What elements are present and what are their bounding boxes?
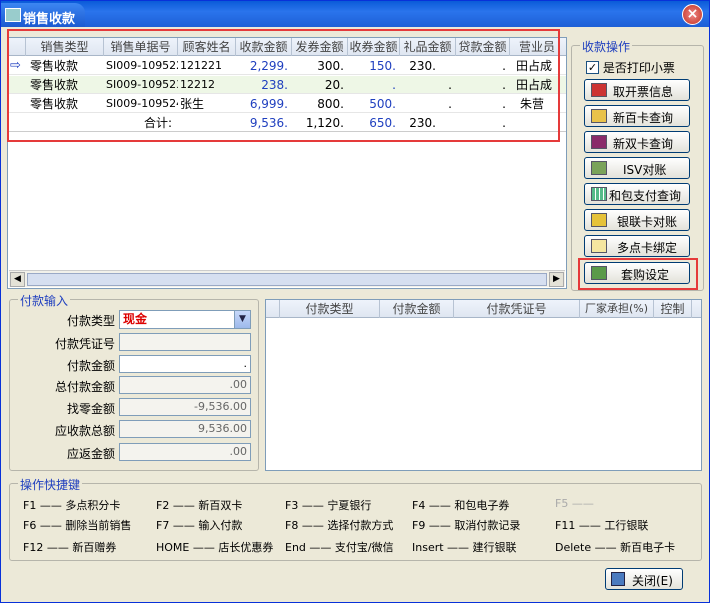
- shortcut-f5: F5 ——: [555, 497, 594, 510]
- button-label: 新双卡查询: [613, 137, 674, 151]
- row-indicator-header: [266, 300, 280, 318]
- receivable-field: 9,536.00: [119, 420, 251, 438]
- shortcut-delete: Delete —— 新百电子卡: [555, 541, 676, 554]
- title-tab: 销售收款: [1, 3, 85, 27]
- shortcut-insert: Insert —— 建行银联: [412, 541, 517, 554]
- refund-field: .00: [119, 443, 251, 461]
- invoice-icon: [591, 83, 607, 97]
- payment-grid-header: 付款类型 付款金额 付款凭证号 厂家承担(%) 控制: [266, 300, 701, 318]
- shortcut-f9: F9 —— 取消付款记录: [412, 519, 521, 532]
- dual-card-query-button[interactable]: 新双卡查询: [584, 131, 690, 153]
- button-label: 银联卡对账: [617, 215, 678, 229]
- pay-type-label: 付款类型: [66, 314, 115, 328]
- shortcut-f3: F3 —— 宁夏银行: [285, 499, 372, 512]
- shortcuts-title: 操作快捷键: [18, 476, 83, 493]
- button-label: ISV对账: [623, 163, 667, 177]
- app-icon: [5, 8, 21, 22]
- voucher-label: 付款凭证号: [54, 337, 115, 351]
- xinbai-card-query-button[interactable]: 新百卡查询: [584, 105, 690, 127]
- scroll-thumb[interactable]: [27, 273, 547, 286]
- shortcut-f11: F11 —— 工行银联: [555, 519, 649, 532]
- pay-type-value: 现金: [123, 312, 148, 326]
- col-control[interactable]: 控制: [654, 300, 692, 318]
- scroll-left-icon[interactable]: ◀: [10, 272, 25, 287]
- print-receipt-checkbox[interactable]: ✓ 是否打印小票: [586, 59, 675, 76]
- refund-label: 应返金额: [66, 447, 115, 461]
- shortcut-f7: F7 —— 输入付款: [156, 519, 243, 532]
- shortcut-end: End —— 支付宝/微信: [285, 541, 394, 554]
- close-button[interactable]: 关闭(E): [605, 568, 683, 590]
- shortcut-f6: F6 —— 删除当前销售: [23, 519, 132, 532]
- horizontal-scrollbar[interactable]: ◀ ▶: [9, 270, 565, 287]
- shortcut-home: HOME —— 店长优惠券: [156, 541, 274, 554]
- button-label: 取开票信息: [613, 85, 674, 99]
- button-label: 多点卡绑定: [617, 241, 678, 255]
- receivable-label: 应收款总额: [54, 424, 115, 438]
- close-icon[interactable]: ×: [682, 4, 703, 25]
- dual-card-icon: [591, 135, 607, 149]
- get-invoice-button[interactable]: 取开票信息: [584, 79, 690, 101]
- isv-icon: [591, 161, 607, 175]
- col-vendor-share[interactable]: 厂家承担(%): [580, 300, 654, 318]
- change-field: -9,536.00: [119, 398, 251, 416]
- amount-label: 付款金额: [66, 359, 115, 373]
- amount-field[interactable]: .: [119, 355, 251, 373]
- pay-type-select[interactable]: 现金 ▼: [119, 310, 251, 329]
- bind-icon: [591, 239, 607, 253]
- grid-icon: [591, 187, 607, 201]
- payment-input-title: 付款输入: [18, 292, 71, 309]
- operations-title: 收款操作: [580, 38, 633, 55]
- unionpay-reconcile-button[interactable]: 银联卡对账: [584, 209, 690, 231]
- checkmark-icon: ✓: [586, 61, 599, 74]
- close-button-label: 关闭(E): [632, 574, 673, 588]
- col-pay-type[interactable]: 付款类型: [280, 300, 380, 318]
- unionpay-icon: [591, 213, 607, 227]
- chevron-down-icon[interactable]: ▼: [234, 311, 250, 328]
- shortcut-f4: F4 —— 和包电子券: [412, 499, 510, 512]
- col-pay-amount[interactable]: 付款金额: [380, 300, 454, 318]
- shortcut-f2: F2 —— 新百双卡: [156, 499, 243, 512]
- sales-receipt-window: 销售收款 × 销售类型 销售单据号 顾客姓名 收款金额 发券金额 收券金额 礼品…: [0, 0, 710, 603]
- hebao-pay-query-button[interactable]: 和包支付查询: [584, 183, 690, 205]
- print-receipt-label: 是否打印小票: [602, 61, 675, 75]
- total-paid-field: .00: [119, 376, 251, 394]
- scroll-right-icon[interactable]: ▶: [549, 272, 564, 287]
- shortcut-f1: F1 —— 多点积分卡: [23, 499, 121, 512]
- window-title: 销售收款: [23, 12, 76, 27]
- col-pay-voucher[interactable]: 付款凭证号: [454, 300, 580, 318]
- multipoint-card-bind-button[interactable]: 多点卡绑定: [584, 235, 690, 257]
- isv-reconcile-button[interactable]: ISV对账: [584, 157, 690, 179]
- highlight-box-package-setting: [578, 258, 698, 290]
- highlight-box-sales-grid: [7, 29, 560, 142]
- title-bar: 销售收款 ×: [1, 1, 709, 27]
- button-label: 和包支付查询: [609, 189, 682, 203]
- exit-icon: [611, 572, 625, 586]
- payment-grid[interactable]: 付款类型 付款金额 付款凭证号 厂家承担(%) 控制: [265, 299, 702, 471]
- total-paid-label: 总付款金额: [54, 380, 115, 394]
- shortcut-f8: F8 —— 选择付款方式: [285, 519, 394, 532]
- voucher-field[interactable]: [119, 333, 251, 351]
- button-label: 新百卡查询: [613, 111, 674, 125]
- change-label: 找零金额: [66, 402, 115, 416]
- card-search-icon: [591, 109, 607, 123]
- shortcut-f12: F12 —— 新百赠券: [23, 541, 117, 554]
